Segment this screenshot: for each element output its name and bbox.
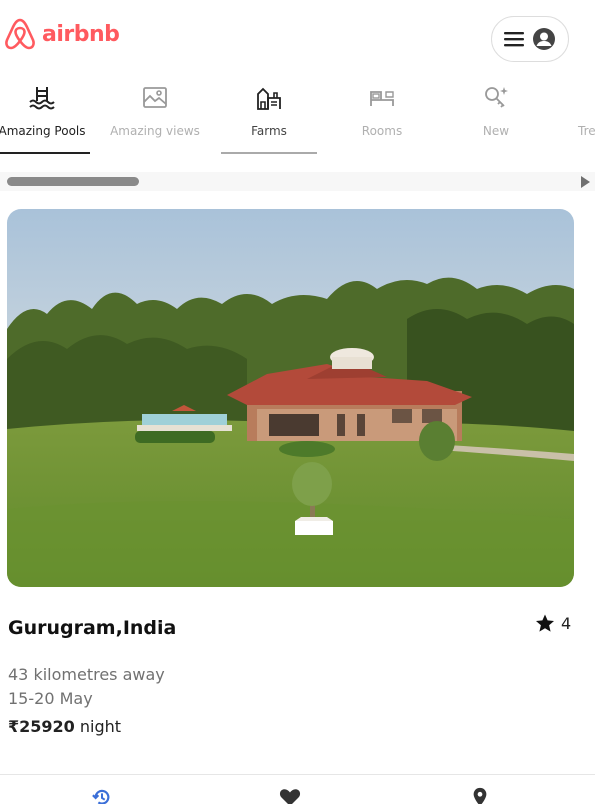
tab-label: Farms (251, 124, 287, 138)
tab-label: Rooms (361, 124, 403, 138)
listing-price: ₹25920 night (8, 717, 121, 736)
price-unit: night (74, 717, 122, 736)
location-pin-icon[interactable] (469, 787, 491, 804)
tab-farms[interactable]: Farms (223, 80, 315, 156)
farmhouse-photo (7, 209, 574, 587)
tab-amazing-views[interactable]: Amazing views (109, 80, 201, 156)
listing-photo[interactable] (7, 209, 574, 587)
sparkle-key-icon (485, 87, 508, 108)
header: airbnb (0, 0, 595, 74)
pool-icon (29, 87, 55, 110)
listing-dates: 15-20 May (8, 689, 93, 708)
airbnb-logo-icon (5, 18, 35, 50)
hamburger-icon (504, 32, 524, 47)
tab-label: Amazing Pools (0, 124, 86, 138)
listing-distance: 43 kilometres away (8, 665, 165, 684)
tab-label: New (482, 124, 510, 138)
listing-rating: 4 (535, 614, 571, 633)
tab-partial[interactable]: Tre (540, 80, 595, 156)
farm-icon (257, 87, 281, 110)
views-icon (143, 87, 167, 108)
tab-new[interactable]: New (450, 80, 542, 156)
heart-icon[interactable] (279, 787, 301, 804)
tab-rooms[interactable]: Rooms (336, 80, 428, 156)
rooms-icon (370, 91, 394, 106)
airbnb-logo[interactable]: airbnb (2, 16, 120, 52)
tab-amazing-pools[interactable]: Amazing Pools (0, 80, 88, 156)
user-menu-button[interactable] (491, 16, 569, 62)
hover-tab-underline (221, 152, 317, 154)
scroll-right-arrow-icon[interactable] (581, 176, 590, 188)
star-icon (536, 614, 554, 632)
category-bar: Amazing Pools Amazing views Farms Rooms (0, 80, 595, 156)
active-tab-underline (0, 152, 90, 154)
scrollbar-thumb[interactable] (7, 177, 139, 186)
rating-value: 4 (561, 614, 572, 633)
bottom-navigation (0, 774, 595, 804)
tab-label: Amazing views (110, 124, 200, 138)
brand-name: airbnb (42, 21, 120, 47)
tab-label: Tre (578, 124, 595, 138)
price-amount: ₹25920 (8, 717, 75, 736)
horizontal-scrollbar[interactable] (0, 172, 595, 191)
history-icon[interactable] (91, 787, 113, 804)
user-avatar-icon (533, 28, 555, 50)
listing-location: Gurugram,India (8, 617, 177, 639)
